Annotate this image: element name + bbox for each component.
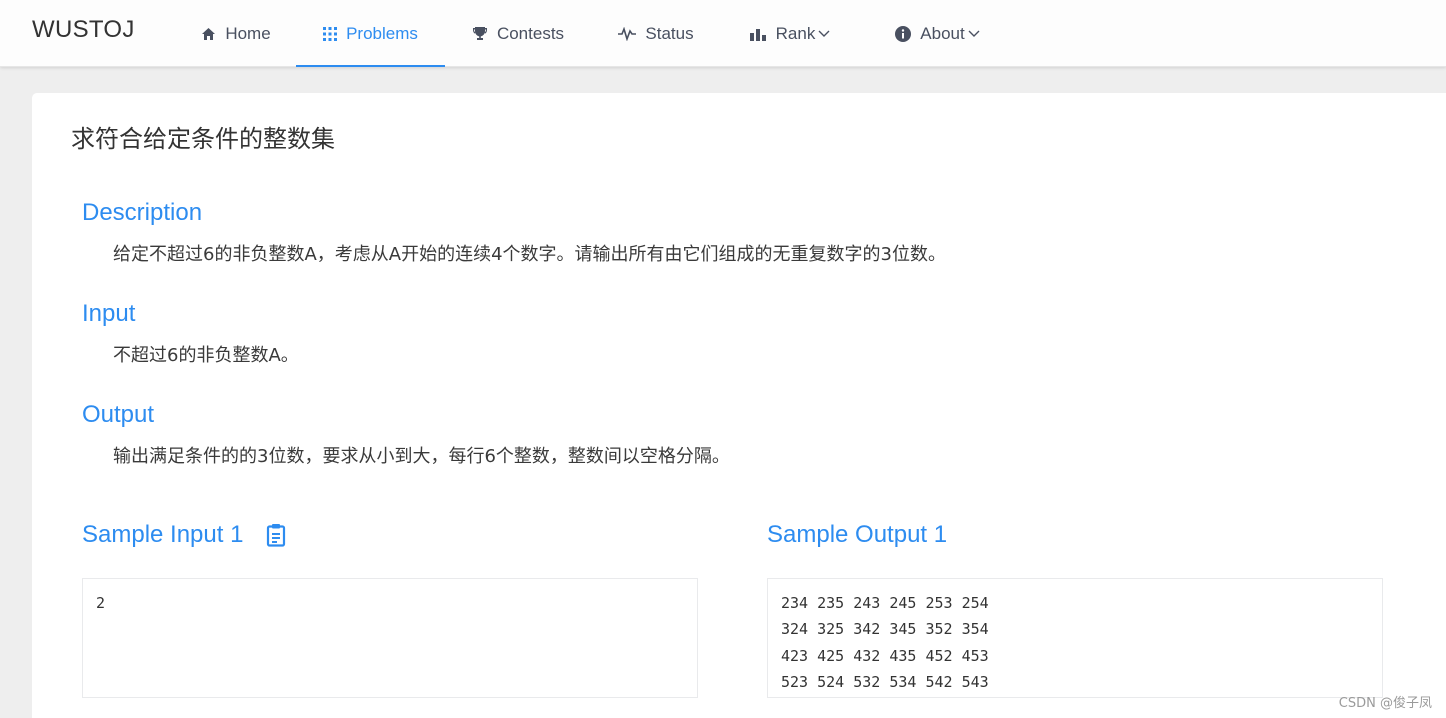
bar-chart-icon — [749, 27, 767, 41]
sample-output-heading: Sample Output 1 — [767, 521, 948, 548]
output-heading: Output — [82, 401, 155, 428]
trophy-icon — [472, 26, 488, 42]
pulse-icon — [618, 26, 637, 41]
nav-about[interactable]: About — [880, 0, 995, 67]
sample-input-heading: Sample Input 1 — [82, 521, 244, 548]
nav-contests[interactable]: Contests — [455, 0, 581, 67]
info-icon — [895, 25, 912, 42]
nav-about-label: About — [920, 23, 965, 43]
nav-home-label: Home — [225, 23, 271, 43]
chevron-down-icon — [818, 30, 830, 38]
watermark: CSDN @俊子凤 — [1338, 696, 1432, 711]
top-navbar: WUSTOJ Home Problems Contests Status Ran… — [0, 0, 1446, 67]
chevron-down-icon — [968, 30, 980, 38]
nav-contests-label: Contests — [496, 23, 565, 43]
sample-input-box[interactable]: 2 — [82, 578, 698, 698]
grid-icon — [323, 26, 338, 41]
description-text: 给定不超过6的非负整数A，考虑从A开始的连续4个数字。请输出所有由它们组成的无重… — [113, 244, 946, 265]
nav-home[interactable]: Home — [186, 0, 286, 67]
input-text: 不超过6的非负整数A。 — [113, 345, 299, 366]
nav-problems-label: Problems — [346, 23, 418, 43]
nav-status[interactable]: Status — [606, 0, 706, 67]
active-tab-indicator — [296, 65, 445, 67]
nav-problems[interactable]: Problems — [296, 0, 445, 67]
nav-status-label: Status — [645, 23, 694, 43]
output-text: 输出满足条件的的3位数，要求从小到大，每行6个整数，整数间以空格分隔。 — [113, 446, 730, 467]
problem-title: 求符合给定条件的整数集 — [71, 125, 335, 153]
home-icon — [201, 27, 216, 41]
description-heading: Description — [82, 199, 203, 226]
sample-output-box[interactable]: 234 235 243 245 253 254 324 325 342 345 … — [767, 578, 1383, 698]
nav-rank[interactable]: Rank — [734, 0, 846, 67]
clipboard-icon[interactable] — [266, 523, 286, 552]
nav-rank-label: Rank — [775, 23, 816, 43]
input-heading: Input — [82, 300, 136, 327]
site-logo[interactable]: WUSTOJ — [32, 16, 135, 44]
